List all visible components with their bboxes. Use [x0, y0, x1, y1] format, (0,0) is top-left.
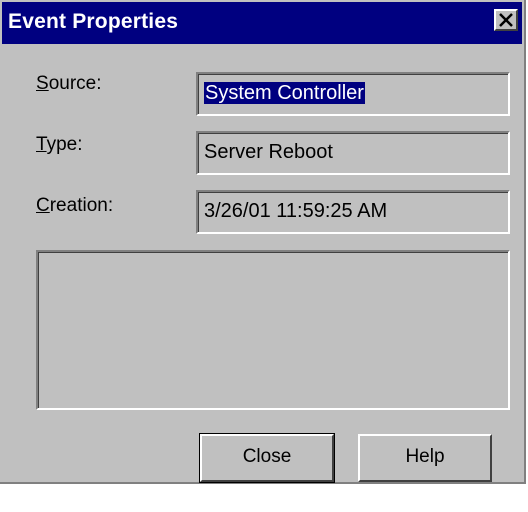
creation-label-rest: reation: — [49, 195, 114, 216]
type-label-rest: ype: — [46, 134, 83, 155]
creation-field[interactable]: 3/26/01 11:59:25 AM — [196, 190, 510, 234]
source-label-rest: ource: — [48, 73, 102, 94]
close-button[interactable]: Close — [199, 433, 335, 483]
help-button[interactable]: Help — [358, 434, 492, 482]
creation-label-hotkey: C — [36, 195, 50, 216]
source-label: Source: — [36, 73, 102, 95]
creation-value: 3/26/01 11:59:25 AM — [204, 200, 388, 222]
window-title: Event Properties — [8, 10, 179, 33]
event-properties-dialog: Event Properties Source: System Controll… — [0, 0, 526, 484]
source-field[interactable]: System Controller — [196, 72, 510, 116]
type-label-hotkey: T — [36, 134, 47, 155]
source-value: System Controller — [204, 82, 365, 104]
close-icon[interactable] — [494, 9, 518, 31]
source-label-hotkey: S — [36, 73, 49, 94]
creation-label: Creation: — [36, 195, 113, 217]
type-field[interactable]: Server Reboot — [196, 131, 510, 175]
type-label: Type: — [36, 134, 82, 156]
description-box[interactable] — [36, 250, 510, 410]
type-value: Server Reboot — [204, 141, 333, 163]
title-bar[interactable]: Event Properties — [2, 2, 522, 44]
